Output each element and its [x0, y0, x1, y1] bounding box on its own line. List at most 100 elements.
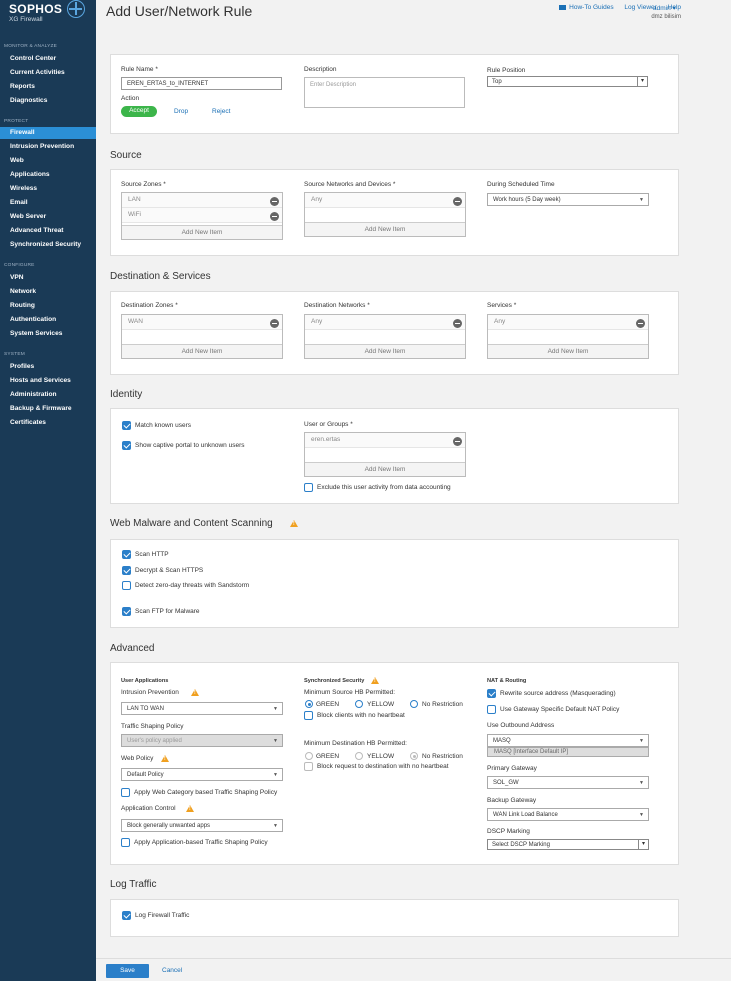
remove-icon[interactable]: [270, 319, 279, 328]
add-new-item-button[interactable]: Add New Item: [305, 344, 465, 358]
sidebar-item-diagnostics[interactable]: Diagnostics: [0, 95, 96, 107]
sidebar-item-certificates[interactable]: Certificates: [0, 417, 96, 429]
remove-icon[interactable]: [636, 319, 645, 328]
sidebar-item-profiles[interactable]: Profiles: [0, 361, 96, 373]
dscp-select[interactable]: Select DSCP Marking ▾: [487, 839, 649, 850]
scan-ftp-checkbox[interactable]: [122, 607, 131, 616]
schedule-dropdown[interactable]: Work hours (5 Day week) ▼: [487, 193, 649, 206]
sidebar-item-synchronized-security[interactable]: Synchronized Security: [0, 239, 96, 251]
remove-icon[interactable]: [453, 319, 462, 328]
outbound-address-dropdown[interactable]: MASQ ▼: [487, 734, 649, 747]
app-shaping-checkbox[interactable]: [121, 838, 130, 847]
src-green-label: GREEN: [316, 701, 340, 708]
masquerade-label: Rewrite source address (Masquerading): [500, 690, 616, 697]
block-dst-no-heartbeat-checkbox[interactable]: [304, 762, 313, 771]
sidebar-item-control-center[interactable]: Control Center: [0, 53, 96, 65]
sidebar-item-wireless[interactable]: Wireless: [0, 183, 96, 195]
sidebar-item-web[interactable]: Web: [0, 155, 96, 167]
app-control-dropdown[interactable]: Block generally unwanted apps ▼: [121, 819, 283, 832]
backup-gateway-dropdown[interactable]: WAN Link Load Balance ▼: [487, 808, 649, 821]
web-shaping-checkbox[interactable]: [121, 788, 130, 797]
sidebar-item-email[interactable]: Email: [0, 197, 96, 209]
howto-link[interactable]: How-To Guides: [559, 4, 614, 11]
log-firewall-traffic-checkbox[interactable]: [122, 911, 131, 920]
primary-gateway-label: Primary Gateway: [487, 765, 537, 772]
sidebar-item-applications[interactable]: Applications: [0, 169, 96, 181]
identity-title: Identity: [110, 389, 143, 400]
sidebar-item-advanced-threat[interactable]: Advanced Threat: [0, 225, 96, 237]
ips-value: LAN TO WAN: [127, 706, 164, 712]
warning-icon: [186, 805, 194, 812]
dst-yellow-radio[interactable]: [355, 752, 363, 760]
sidebar-item-firewall[interactable]: Firewall: [0, 127, 96, 139]
user-dropdown[interactable]: admin ▾: [653, 4, 676, 12]
shaping-value: User's policy applied: [127, 738, 182, 744]
web-policy-dropdown[interactable]: Default Policy ▼: [121, 768, 283, 781]
sandstorm-checkbox[interactable]: [122, 581, 131, 590]
masquerade-checkbox[interactable]: [487, 689, 496, 698]
source-networks-label: Source Networks and Devices *: [304, 181, 396, 188]
sidebar-item-intrusion-prevention[interactable]: Intrusion Prevention: [0, 141, 96, 153]
match-known-users-checkbox[interactable]: [122, 421, 131, 430]
accept-button[interactable]: Accept: [121, 106, 157, 117]
list-item: WiFi: [122, 208, 282, 223]
sidebar-item-reports[interactable]: Reports: [0, 81, 96, 93]
description-input[interactable]: Enter Description: [304, 77, 465, 108]
reject-button[interactable]: Reject: [212, 108, 230, 115]
add-new-item-button[interactable]: Add New Item: [122, 344, 282, 358]
dst-norestriction-radio[interactable]: [410, 752, 418, 760]
primary-gateway-dropdown[interactable]: SOL_GW ▼: [487, 776, 649, 789]
destination-networks-label: Destination Networks *: [304, 302, 370, 309]
cancel-button[interactable]: Cancel: [162, 967, 182, 974]
scan-http-checkbox[interactable]: [122, 550, 131, 559]
sidebar-item-administration[interactable]: Administration: [0, 389, 96, 401]
dropdown-arrow-icon: ▼: [639, 738, 644, 744]
sidebar-item-network[interactable]: Network: [0, 286, 96, 298]
remove-icon[interactable]: [270, 212, 279, 221]
remove-icon[interactable]: [270, 197, 279, 206]
destination-zones-list: WAN Add New Item: [121, 314, 283, 359]
sidebar-item-web-server[interactable]: Web Server: [0, 211, 96, 223]
dropdown-arrow-icon: ▼: [273, 823, 278, 829]
sync-security-heading: Synchronized Security: [304, 678, 365, 684]
list-item: Any: [305, 193, 465, 208]
sidebar-item-vpn[interactable]: VPN: [0, 272, 96, 284]
src-norestriction-label: No Restriction: [422, 701, 463, 708]
block-src-no-heartbeat-checkbox[interactable]: [304, 711, 313, 720]
malware-title: Web Malware and Content Scanning: [110, 518, 273, 529]
add-new-item-button[interactable]: Add New Item: [488, 344, 648, 358]
rule-name-input[interactable]: EREN_ERTAS_to_INTERNET: [121, 77, 282, 90]
sidebar-item-routing[interactable]: Routing: [0, 300, 96, 312]
add-new-item-button[interactable]: Add New Item: [122, 225, 282, 239]
sidebar-item-current-activities[interactable]: Current Activities: [0, 67, 96, 79]
rule-position-select[interactable]: Top ▾: [487, 76, 648, 87]
nat-routing-heading: NAT & Routing: [487, 678, 527, 684]
exclude-accounting-checkbox[interactable]: [304, 483, 313, 492]
web-policy-value: Default Policy: [127, 772, 164, 778]
dst-green-radio[interactable]: [305, 752, 313, 760]
sidebar-item-backup-firmware[interactable]: Backup & Firmware: [0, 403, 96, 415]
captive-portal-checkbox[interactable]: [122, 441, 131, 450]
sidebar-item-system-services[interactable]: System Services: [0, 328, 96, 340]
sidebar-item-hosts-and-services[interactable]: Hosts and Services: [0, 375, 96, 387]
gateway-nat-checkbox[interactable]: [487, 705, 496, 714]
outbound-address-label: Use Outbound Address: [487, 722, 555, 729]
outbound-address-option[interactable]: MASQ [Interface Default IP]: [487, 747, 649, 757]
remove-icon[interactable]: [453, 437, 462, 446]
zone-lan: LAN: [128, 196, 141, 203]
dropdown-arrow-icon: ▼: [639, 197, 644, 203]
warning-icon: [290, 520, 298, 527]
drop-button[interactable]: Drop: [174, 108, 188, 115]
decrypt-https-checkbox[interactable]: [122, 566, 131, 575]
ips-dropdown[interactable]: LAN TO WAN ▼: [121, 702, 283, 715]
video-camera-icon: [559, 4, 567, 10]
src-yellow-radio[interactable]: [355, 700, 363, 708]
sidebar-item-authentication[interactable]: Authentication: [0, 314, 96, 326]
scan-ftp-label: Scan FTP for Malware: [135, 608, 200, 615]
add-new-item-button[interactable]: Add New Item: [305, 222, 465, 236]
remove-icon[interactable]: [453, 197, 462, 206]
src-green-radio[interactable]: [305, 700, 313, 708]
src-norestriction-radio[interactable]: [410, 700, 418, 708]
add-new-item-button[interactable]: Add New Item: [305, 462, 465, 476]
save-button[interactable]: Save: [106, 964, 149, 978]
